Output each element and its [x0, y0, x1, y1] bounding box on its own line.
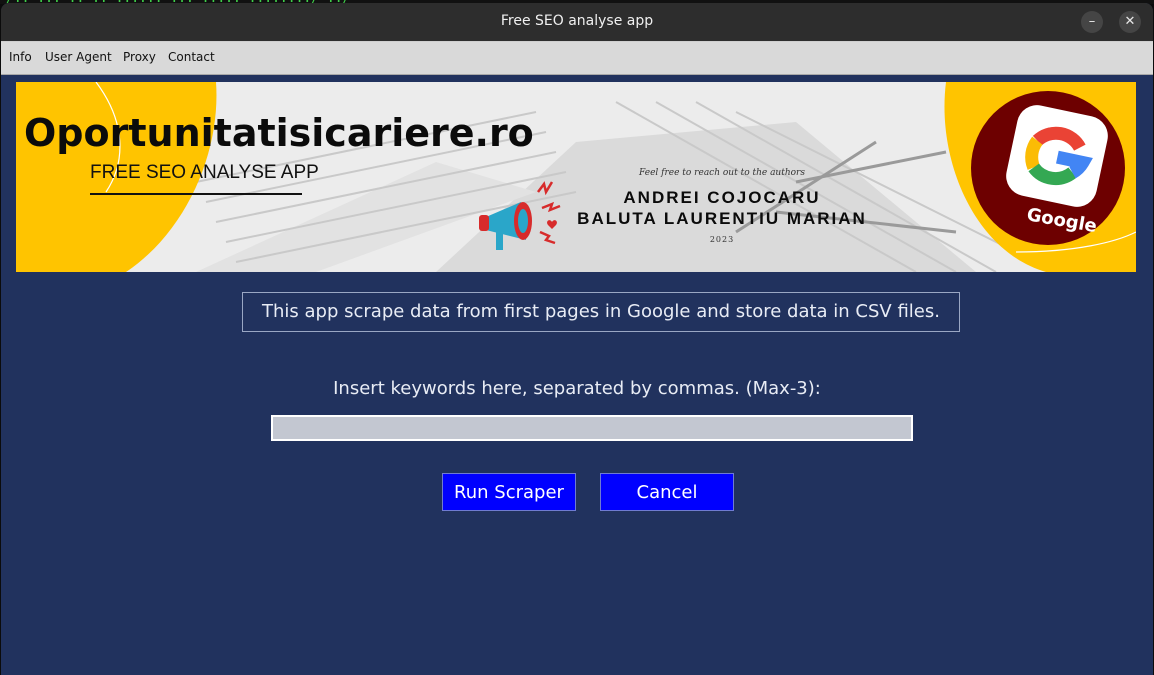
minimize-button[interactable]: –: [1081, 11, 1103, 33]
banner-image: Oportunitatisicariere.ro FREE SEO ANALYS…: [16, 82, 1136, 272]
banner-subtitle: FREE SEO ANALYSE APP: [90, 162, 319, 183]
menu-proxy[interactable]: Proxy: [123, 50, 156, 64]
close-button[interactable]: ✕: [1119, 11, 1141, 33]
banner-author-1: ANDREI COJOCARU: [623, 188, 820, 207]
menu-contact[interactable]: Contact: [168, 50, 215, 64]
run-scraper-button[interactable]: Run Scraper: [442, 473, 576, 511]
window-title: Free SEO analyse app: [500, 13, 654, 29]
intro-text: This app scrape data from first pages in…: [242, 292, 960, 332]
cancel-button[interactable]: Cancel: [600, 473, 734, 511]
keywords-input[interactable]: [271, 415, 913, 441]
banner-site-name: Oportunitatisicariere.ro: [24, 111, 534, 155]
menu-info[interactable]: Info: [9, 50, 32, 64]
banner-year: 2023: [710, 235, 734, 244]
menu-bar: Info User Agent Proxy Contact: [1, 41, 1153, 75]
keywords-label: Insert keywords here, separated by comma…: [333, 378, 821, 399]
banner-author-2: BALUTA LAURENTIU MARIAN: [577, 209, 867, 228]
menu-user-agent[interactable]: User Agent: [45, 50, 112, 64]
app-window: Free SEO analyse app – ✕ Info User Agent…: [1, 3, 1153, 675]
google-badge: Google: [971, 91, 1125, 245]
banner-tagline: Feel free to reach out to the authors: [638, 168, 805, 178]
title-bar[interactable]: Free SEO analyse app – ✕: [1, 3, 1153, 41]
